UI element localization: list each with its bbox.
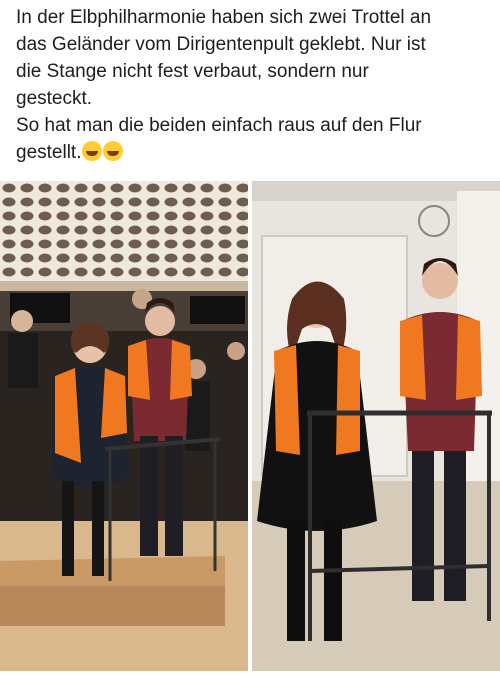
concert-hall-illustration — [0, 181, 248, 671]
post-line-3: die Stange nicht fest verbaut, sondern n… — [16, 61, 369, 82]
post-text: In der Elbphilharmonie haben sich zwei T… — [16, 4, 486, 166]
rolling-laughing-emoji-icon — [103, 141, 124, 161]
concert-hall-photo — [0, 181, 248, 671]
vest-right-man — [400, 315, 426, 400]
corridor-photo — [252, 181, 500, 671]
post-line-5: So hat man die beiden einfach raus auf d… — [16, 115, 422, 136]
post-line-1: In der Elbphilharmonie haben sich zwei T… — [16, 7, 432, 28]
wall-pattern — [0, 181, 248, 291]
post-line-2: das Geländer vom Dirigentenpult geklebt.… — [16, 34, 426, 55]
laughing-emoji-icon — [82, 141, 103, 161]
post-line-4: gesteckt. — [16, 88, 93, 109]
corridor-illustration — [252, 181, 500, 671]
vest-right-woman — [274, 345, 300, 455]
post-line-6-text: gestellt. — [16, 142, 82, 163]
post-line-6: gestellt. — [16, 139, 486, 166]
